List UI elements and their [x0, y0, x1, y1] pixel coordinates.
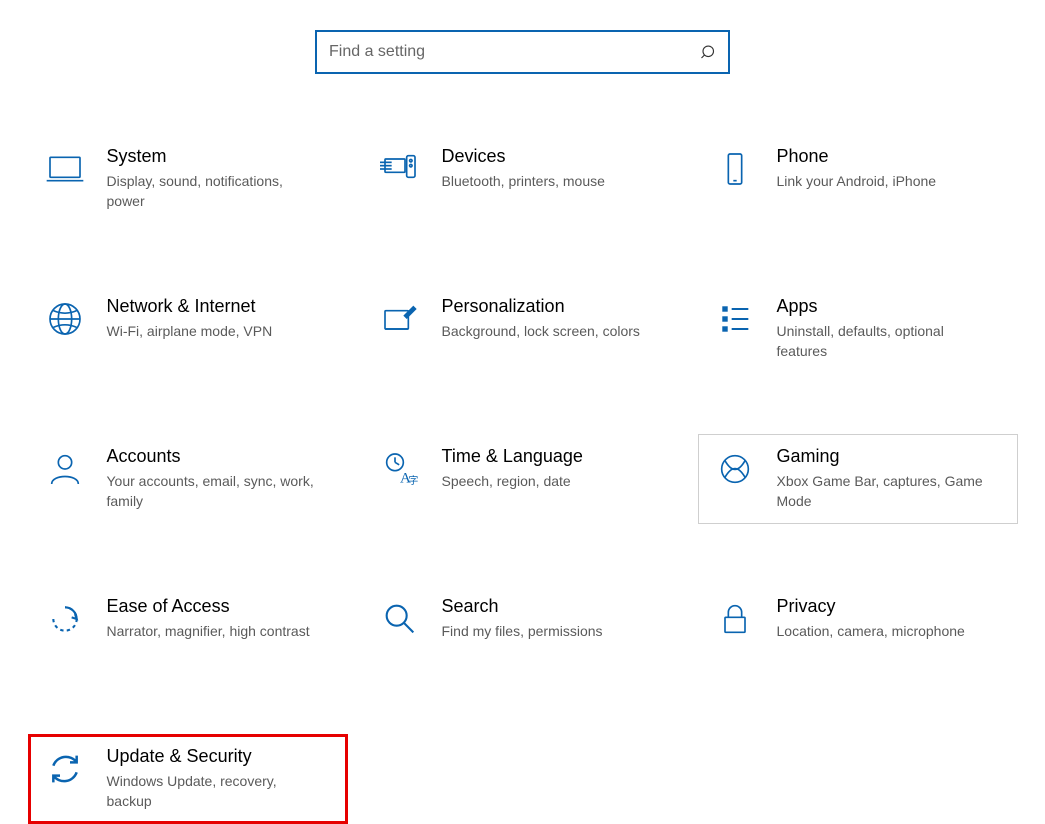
- gaming-icon: [711, 445, 759, 493]
- search-input[interactable]: [327, 42, 700, 62]
- tile-title: Accounts: [107, 445, 317, 468]
- tile-desc: Wi-Fi, airplane mode, VPN: [107, 322, 273, 342]
- tile-title: System: [107, 145, 317, 168]
- tile-title: Gaming: [777, 445, 987, 468]
- tile-desc: Windows Update, recovery, backup: [107, 772, 317, 811]
- settings-grid: System Display, sound, notifications, po…: [0, 134, 1045, 824]
- tile-gaming[interactable]: Gaming Xbox Game Bar, captures, Game Mod…: [698, 434, 1018, 524]
- phone-icon: [711, 145, 759, 193]
- tile-title: Update & Security: [107, 745, 317, 768]
- personalization-icon: [376, 295, 424, 343]
- search-icon: [700, 43, 718, 61]
- lock-icon: [711, 595, 759, 643]
- tile-title: Time & Language: [442, 445, 583, 468]
- tile-desc: Uninstall, defaults, optional features: [777, 322, 987, 361]
- tile-title: Devices: [442, 145, 605, 168]
- tile-search[interactable]: Search Find my files, permissions: [363, 584, 683, 674]
- tile-desc: Bluetooth, printers, mouse: [442, 172, 605, 192]
- tile-devices[interactable]: Devices Bluetooth, printers, mouse: [363, 134, 683, 224]
- ease-of-access-icon: [41, 595, 89, 643]
- tile-desc: Speech, region, date: [442, 472, 583, 492]
- tile-desc: Link your Android, iPhone: [777, 172, 937, 192]
- tile-desc: Background, lock screen, colors: [442, 322, 640, 342]
- tile-ease-of-access[interactable]: Ease of Access Narrator, magnifier, high…: [28, 584, 348, 674]
- tile-apps[interactable]: Apps Uninstall, defaults, optional featu…: [698, 284, 1018, 374]
- tile-desc: Location, camera, microphone: [777, 622, 965, 642]
- tile-update-security[interactable]: Update & Security Windows Update, recove…: [28, 734, 348, 824]
- globe-icon: [41, 295, 89, 343]
- tile-network[interactable]: Network & Internet Wi-Fi, airplane mode,…: [28, 284, 348, 374]
- svg-text:字: 字: [408, 474, 418, 487]
- tile-desc: Your accounts, email, sync, work, family: [107, 472, 317, 511]
- search-box[interactable]: [315, 30, 730, 74]
- tile-system[interactable]: System Display, sound, notifications, po…: [28, 134, 348, 224]
- system-icon: [41, 145, 89, 193]
- tile-title: Search: [442, 595, 603, 618]
- time-language-icon: A 字: [376, 445, 424, 493]
- tile-desc: Find my files, permissions: [442, 622, 603, 642]
- tile-title: Network & Internet: [107, 295, 273, 318]
- magnifier-icon: [376, 595, 424, 643]
- tile-desc: Xbox Game Bar, captures, Game Mode: [777, 472, 987, 511]
- tile-title: Personalization: [442, 295, 640, 318]
- tile-phone[interactable]: Phone Link your Android, iPhone: [698, 134, 1018, 224]
- tile-privacy[interactable]: Privacy Location, camera, microphone: [698, 584, 1018, 674]
- apps-icon: [711, 295, 759, 343]
- tile-desc: Display, sound, notifications, power: [107, 172, 317, 211]
- devices-icon: [376, 145, 424, 193]
- tile-title: Phone: [777, 145, 937, 168]
- tile-desc: Narrator, magnifier, high contrast: [107, 622, 310, 642]
- tile-personalization[interactable]: Personalization Background, lock screen,…: [363, 284, 683, 374]
- accounts-icon: [41, 445, 89, 493]
- tile-title: Apps: [777, 295, 987, 318]
- tile-title: Ease of Access: [107, 595, 310, 618]
- tile-title: Privacy: [777, 595, 965, 618]
- tile-time-language[interactable]: A 字 Time & Language Speech, region, date: [363, 434, 683, 524]
- tile-accounts[interactable]: Accounts Your accounts, email, sync, wor…: [28, 434, 348, 524]
